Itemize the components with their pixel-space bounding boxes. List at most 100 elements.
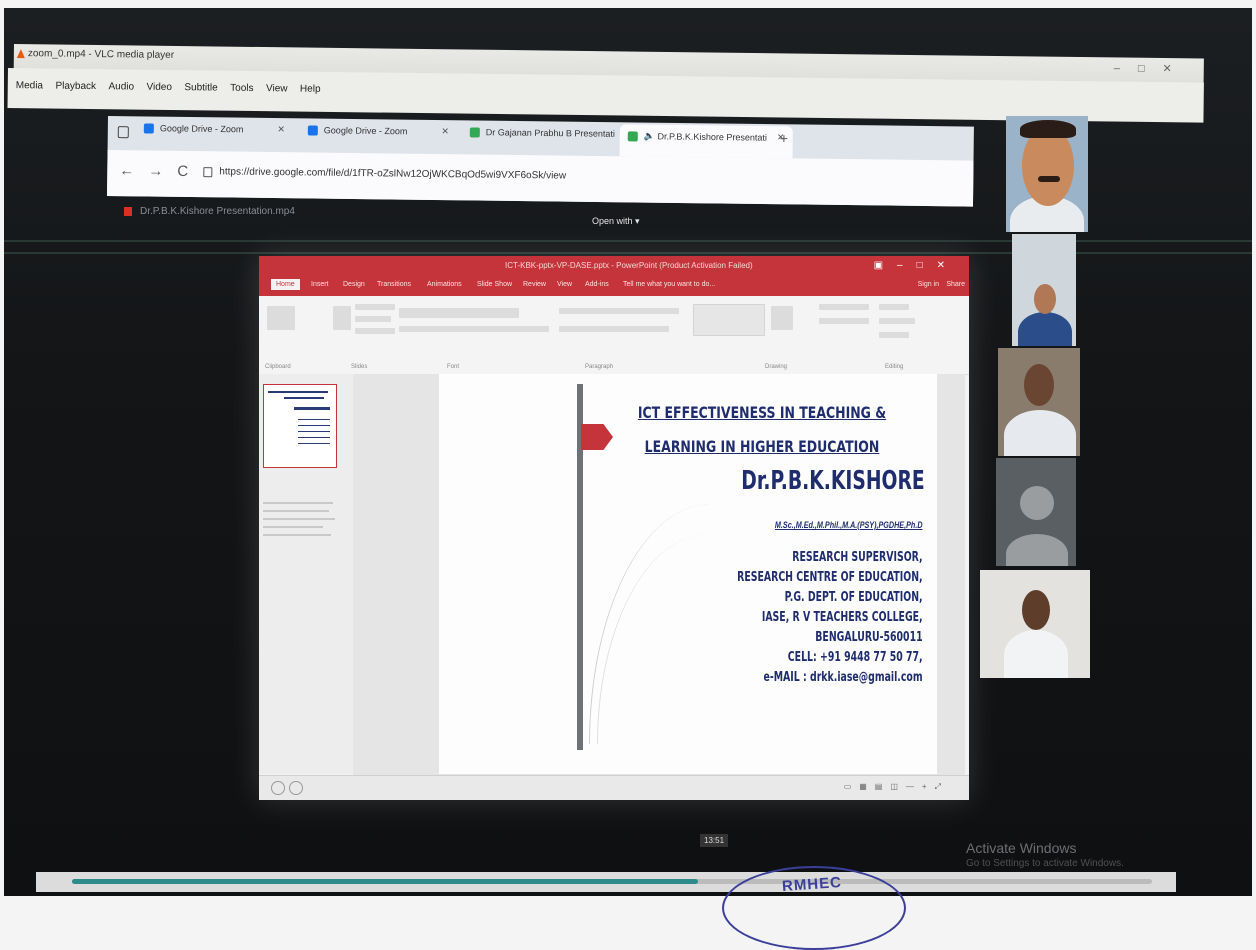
menu-tools[interactable]: Tools [230, 83, 253, 94]
close-icon[interactable]: ✕ [441, 126, 449, 136]
participant-video-1[interactable] [1006, 116, 1088, 232]
participant-video-3[interactable] [998, 348, 1080, 456]
address-bar-row: ←→C https://drive.google.com/file/d/1fTR… [107, 149, 974, 207]
current-slide[interactable]: ICT EFFECTIVENESS IN TEACHING & LEARNING… [439, 374, 937, 774]
ppt-window-controls[interactable]: ▣–□✕ [874, 260, 959, 271]
menu-view[interactable]: View [266, 83, 288, 94]
tab-kishore-presentation[interactable]: 🔈 Dr.P.B.K.Kishore Presentati ✕ [619, 124, 793, 159]
ppt-title-bar: ICT-KBK-pptx-VP-DASE.pptx - PowerPoint (… [259, 256, 969, 278]
google-drive-icon [143, 123, 154, 134]
participant-video-5[interactable] [980, 570, 1090, 678]
ppt-tab-view[interactable]: View [557, 281, 572, 288]
menu-audio[interactable]: Audio [108, 81, 134, 92]
ppt-doc-title: ICT-KBK-pptx-VP-DASE.pptx - PowerPoint (… [505, 261, 753, 270]
slide-title: ICT EFFECTIVENESS IN TEACHING & LEARNING… [637, 403, 887, 456]
ppt-tab-add-ins[interactable]: Add-ins [585, 281, 609, 288]
group-paragraph: Paragraph [585, 364, 614, 370]
url-field[interactable]: https://drive.google.com/file/d/1fTR-oZs… [219, 166, 566, 181]
drive-file-icon [469, 127, 480, 138]
google-drive-icon [307, 125, 318, 136]
replace-button[interactable] [879, 318, 915, 324]
ppt-tab-design[interactable]: Design [343, 281, 365, 288]
seek-track[interactable] [72, 879, 1152, 884]
window-title: zoom_0.mp4 - VLC media player [27, 48, 175, 61]
slide-decor-curve [597, 534, 708, 744]
slide-author-name: Dr.P.B.K.KISHORE [741, 466, 925, 496]
participant-video-4[interactable] [996, 458, 1076, 566]
close-icon[interactable]: ✕ [277, 124, 285, 134]
vlc-seek-bar[interactable] [36, 872, 1176, 892]
slide-author-address: RESEARCH SUPERVISOR, RESEARCH CENTRE OF … [737, 550, 923, 685]
video-file-icon [124, 206, 132, 216]
ppt-tab-animations[interactable]: Animations [427, 281, 462, 288]
arrange-button[interactable] [771, 306, 793, 330]
slide-red-pennant [581, 424, 613, 450]
paste-button[interactable] [267, 306, 295, 330]
menu-subtitle[interactable]: Subtitle [184, 82, 217, 93]
activate-windows-watermark: Activate Windows Go to Settings to activ… [966, 840, 1124, 869]
section-button[interactable] [355, 328, 395, 334]
group-font: Font [447, 364, 460, 370]
vlc-time-indicator: 13:51 [700, 834, 729, 847]
seek-progress [72, 879, 699, 884]
alignment-buttons[interactable] [559, 326, 669, 332]
status-pause-icon[interactable] [289, 781, 303, 795]
group-drawing: Drawing [765, 364, 788, 370]
speaker-icon: 🔈 [643, 130, 656, 141]
group-clipboard: Clipboard [265, 364, 291, 370]
drive-file-name: Dr.P.B.K.Kishore Presentation.mp4 [124, 206, 295, 217]
tab-search-icon[interactable] [117, 126, 129, 139]
institution-stamp: RMHEC [722, 866, 906, 950]
drive-file-icon [627, 130, 638, 142]
ppt-tab-transitions[interactable]: Transitions [377, 281, 411, 288]
shape-outline-button[interactable] [819, 318, 869, 324]
slide-author-degrees: M.Sc.,M.Ed.,M.Phil.,M.A.(PSY),PGDHE,Ph.D [775, 520, 923, 530]
window-controls[interactable]: –□✕ [1114, 61, 1190, 75]
slide-thumbnail-1[interactable] [263, 384, 337, 468]
browser-window: Google Drive - Zoom ✕ Google Drive - Zoom… [107, 116, 974, 207]
menu-playback[interactable]: Playback [55, 81, 96, 92]
ppt-ribbon-tabs: Home Insert Design Transitions Animation… [259, 278, 969, 296]
ppt-sign-in[interactable]: Sign in [918, 281, 939, 288]
menu-help[interactable]: Help [300, 84, 321, 95]
vlc-cone-icon [16, 49, 25, 59]
ppt-tell-me[interactable]: Tell me what you want to do... [623, 281, 715, 288]
status-play-icon[interactable] [271, 781, 285, 795]
layout-button[interactable] [355, 304, 395, 310]
powerpoint-window: ICT-KBK-pptx-VP-DASE.pptx - PowerPoint (… [259, 256, 969, 800]
view-buttons[interactable]: ▭▦▤◫—+⤢ [844, 782, 949, 792]
hair [1020, 120, 1076, 138]
participant-video-2[interactable] [1012, 234, 1076, 346]
tab-google-drive-1[interactable]: Google Drive - Zoom ✕ [143, 122, 285, 150]
select-button[interactable] [879, 332, 909, 338]
find-button[interactable] [879, 304, 909, 310]
shape-fill-button[interactable] [819, 304, 869, 310]
tab-google-drive-2[interactable]: Google Drive - Zoom ✕ [307, 124, 449, 152]
new-slide-button[interactable] [333, 306, 351, 330]
shapes-gallery[interactable] [693, 304, 765, 336]
tab-gajanan-presentation[interactable]: Dr Gajanan Prabhu B Presentati✕ [469, 126, 631, 154]
lock-icon [203, 167, 213, 178]
ppt-tab-home[interactable]: Home [271, 279, 300, 290]
group-editing: Editing [885, 364, 904, 370]
nav-buttons[interactable]: ←→C [119, 162, 202, 180]
paragraph-buttons[interactable] [559, 308, 679, 314]
mustache [1038, 176, 1060, 182]
ppt-share[interactable]: Share [946, 281, 965, 288]
group-slides: Slides [351, 364, 368, 370]
ppt-ribbon: Clipboard Slides Font Paragraph Drawing … [259, 296, 969, 375]
slide-editor: ICT EFFECTIVENESS IN TEACHING & LEARNING… [353, 374, 965, 776]
ppt-status-bar: ▭▦▤◫—+⤢ [259, 775, 969, 800]
ppt-tab-insert[interactable]: Insert [311, 281, 329, 288]
reset-button[interactable] [355, 316, 391, 322]
ppt-tab-review[interactable]: Review [523, 281, 546, 288]
ppt-tab-slide-show[interactable]: Slide Show [477, 281, 512, 288]
menu-video[interactable]: Video [146, 82, 172, 93]
menu-media[interactable]: Media [16, 80, 43, 91]
font-selector[interactable] [399, 308, 519, 318]
font-format-buttons[interactable] [399, 326, 549, 332]
open-with-button[interactable]: Open with ▾ [592, 216, 640, 227]
new-tab-button[interactable]: + [780, 130, 788, 146]
screen-photo: zoom_0.mp4 - VLC media player –□✕ Media … [4, 8, 1252, 896]
slide-thumbnails [259, 374, 354, 774]
